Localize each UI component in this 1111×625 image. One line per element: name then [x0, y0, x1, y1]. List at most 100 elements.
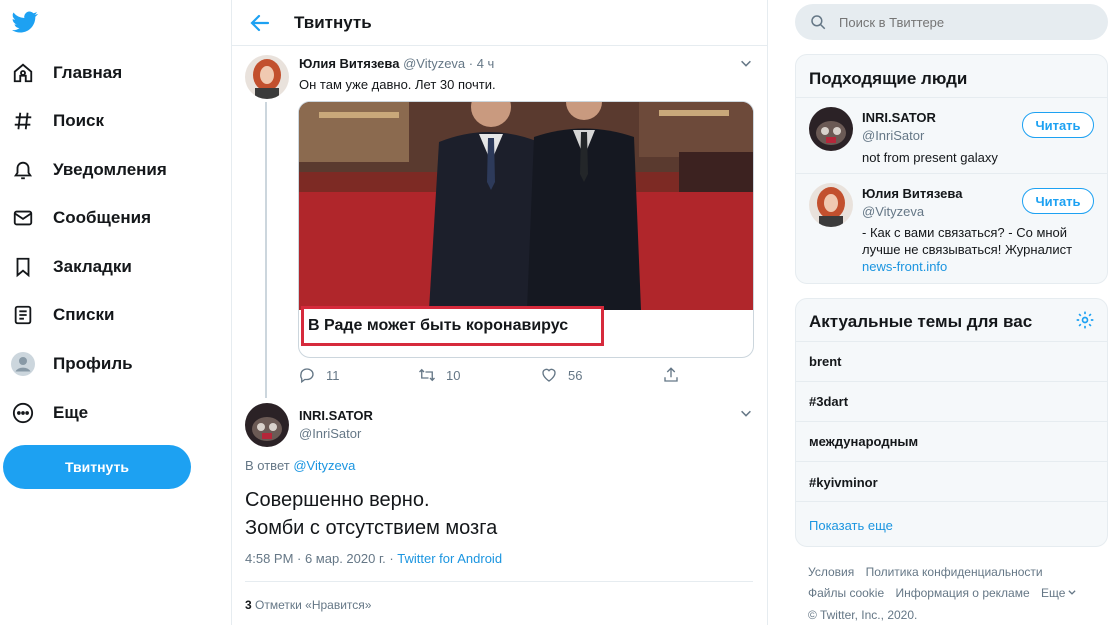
tweet-actions: 11 10 56: [298, 366, 678, 386]
footer-row: Условия Политика конфиденциальности: [808, 565, 1051, 579]
follow-suggestion[interactable]: INRI.SATOR @InriSator not from present g…: [796, 97, 1107, 173]
trends-panel: Актуальные темы для вас brent #3dart меж…: [795, 298, 1108, 547]
search-input[interactable]: [839, 14, 1089, 30]
reply-count: 11: [326, 367, 340, 383]
list-icon: [11, 303, 35, 327]
avatar[interactable]: [809, 107, 853, 151]
nav-item-messages[interactable]: Сообщения: [0, 198, 220, 238]
tweet-time[interactable]: · 4 ч: [465, 56, 495, 71]
chevron-down-icon[interactable]: [739, 56, 753, 70]
author-name[interactable]: INRI.SATOR: [299, 408, 373, 423]
nav-label: Уведомления: [53, 160, 167, 179]
person-handle[interactable]: @Vityzeva: [862, 204, 924, 219]
likes-label: Отметки «Нравится»: [251, 598, 372, 612]
reply-prefix: В ответ: [245, 458, 294, 473]
person-bio: not from present galaxy: [862, 150, 998, 165]
trend-label[interactable]: международным: [809, 434, 918, 449]
nav-label: Списки: [53, 305, 115, 324]
trend-label[interactable]: brent: [809, 354, 842, 369]
trend-item[interactable]: brent: [796, 341, 1107, 381]
reply-icon: [300, 368, 314, 384]
search-box[interactable]: [795, 4, 1108, 40]
thread-line: [265, 102, 267, 398]
tweet-meta: 4:58 PM · 6 мар. 2020 г. · Twitter for A…: [245, 551, 502, 566]
search-icon: [811, 15, 826, 30]
share-button[interactable]: [662, 366, 680, 384]
retweet-button[interactable]: 10: [418, 366, 460, 384]
show-more-link[interactable]: Показать еще: [809, 518, 893, 533]
bell-icon: [11, 158, 35, 182]
footer-link[interactable]: Политика конфиденциальности: [866, 565, 1043, 579]
follow-button[interactable]: Читать: [1022, 188, 1094, 214]
retweet-icon: [419, 368, 435, 382]
tweet-text-line: Совершенно верно.: [245, 489, 430, 511]
footer-more-label: Еще: [1041, 586, 1066, 600]
follow-suggestion[interactable]: Юлия Витязева @Vityzeva - Как с вами свя…: [796, 173, 1107, 283]
reply-to-link[interactable]: @Vityzeva: [293, 458, 355, 473]
nav-item-lists[interactable]: Списки: [0, 295, 220, 335]
tweet-timestamp[interactable]: 4:58 PM · 6 мар. 2020 г. ·: [245, 551, 397, 566]
left-navigation: Главная Поиск Уведомления Сообщения Закл…: [0, 0, 231, 625]
nav-item-home[interactable]: Главная: [0, 53, 220, 93]
tweet-source-link[interactable]: Twitter for Android: [397, 551, 502, 566]
trend-label[interactable]: #kyivminor: [809, 475, 878, 490]
tweet-text: Совершенно верно. Зомби с отсутствием мо…: [245, 486, 497, 542]
footer-more[interactable]: Еще: [1041, 586, 1077, 600]
person-handle[interactable]: @InriSator: [862, 128, 924, 143]
nav-label: Закладки: [53, 257, 132, 276]
nav-item-explore[interactable]: Поиск: [0, 101, 220, 141]
avatar-inrisator[interactable]: [245, 403, 289, 447]
profile-avatar-icon: [11, 352, 35, 376]
tweet-author[interactable]: Юлия Витязева @Vityzeva · 4 ч: [299, 56, 494, 71]
author-handle[interactable]: @InriSator: [299, 426, 361, 441]
person-name[interactable]: INRI.SATOR: [862, 110, 936, 125]
share-icon: [664, 367, 678, 382]
tweet-button[interactable]: Твитнуть: [3, 445, 191, 489]
person-bio-link[interactable]: news-front.info: [862, 259, 947, 274]
retweet-count: 10: [446, 367, 461, 383]
nav-label: Еще: [53, 403, 89, 422]
like-total: 3: [245, 598, 252, 612]
nav-item-bookmarks[interactable]: Закладки: [0, 247, 220, 287]
who-to-follow-panel: Подходящие люди INRI.SATOR @InriSator no…: [795, 54, 1108, 284]
trend-item[interactable]: #kyivminor: [796, 461, 1107, 501]
tweet-photo[interactable]: [299, 102, 754, 310]
likes-summary[interactable]: 3 Отметки «Нравится»: [245, 598, 371, 612]
person-bio-text: - Как с вами связаться? - Со мной лучше …: [862, 225, 1073, 257]
follow-button[interactable]: Читать: [1022, 112, 1094, 138]
hashtag-icon: [11, 109, 35, 133]
reply-button[interactable]: 11: [298, 366, 340, 384]
footer-row: Файлы cookie Информация о рекламе Еще: [808, 586, 1085, 600]
trend-item[interactable]: #3dart: [796, 381, 1107, 421]
trend-item[interactable]: международным: [796, 421, 1107, 461]
page-header: Твитнуть: [232, 0, 767, 46]
envelope-icon: [11, 206, 35, 230]
author-handle[interactable]: @Vityzeva: [403, 56, 465, 71]
nav-item-profile[interactable]: Профиль: [0, 344, 220, 384]
twitter-logo-icon[interactable]: [10, 9, 40, 35]
nav-item-notifications[interactable]: Уведомления: [0, 150, 220, 190]
main-column: Твитнуть Юлия Витязева @Vityzeva · 4 ч О…: [231, 0, 768, 625]
footer-link[interactable]: Информация о рекламе: [896, 586, 1030, 600]
tweet-media-card[interactable]: В Раде может быть коронавирус: [298, 101, 754, 358]
chevron-down-icon: [1068, 590, 1076, 595]
like-button[interactable]: 56: [540, 366, 582, 384]
footer-link[interactable]: Условия: [808, 565, 854, 579]
panel-title: Актуальные темы для вас: [809, 312, 1033, 331]
bookmark-icon: [11, 255, 35, 279]
author-name[interactable]: Юлия Витязева: [299, 56, 399, 71]
chevron-down-icon[interactable]: [739, 406, 753, 420]
show-more-row[interactable]: Показать еще: [796, 501, 1107, 546]
avatar-vityzeva[interactable]: [245, 55, 289, 99]
person-name[interactable]: Юлия Витязева: [862, 186, 962, 201]
footer-link[interactable]: Файлы cookie: [808, 586, 884, 600]
like-count: 56: [568, 367, 583, 383]
tweet-text: Он там уже давно. Лет 30 почти.: [299, 77, 496, 92]
nav-item-more[interactable]: Еще: [0, 393, 220, 433]
avatar[interactable]: [809, 183, 853, 227]
back-arrow-icon[interactable]: [248, 11, 272, 35]
trend-label[interactable]: #3dart: [809, 394, 848, 409]
divider: [245, 581, 753, 582]
gear-icon[interactable]: [1075, 310, 1095, 330]
reply-context: В ответ @Vityzeva: [245, 458, 355, 473]
